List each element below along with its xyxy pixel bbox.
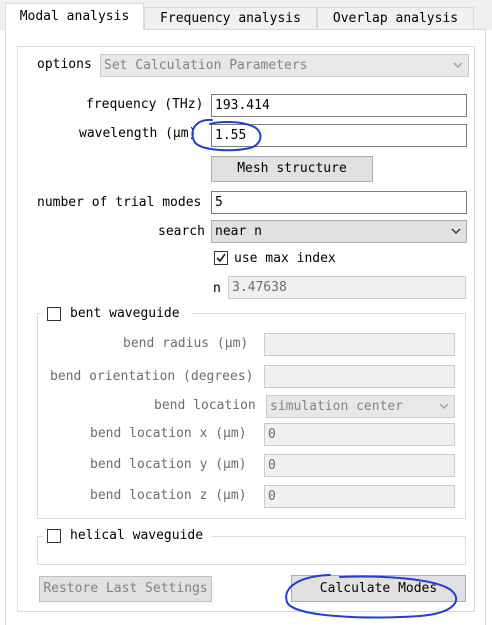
bend-location-select-value: simulation center (270, 399, 404, 414)
bent-waveguide-label: bent waveguide (70, 306, 180, 321)
chevron-down-icon (439, 403, 449, 409)
wavelength-label: wavelength (μm) (79, 126, 197, 141)
calculate-modes-button[interactable]: Calculate Modes (291, 575, 466, 602)
search-select-value: near n (215, 224, 262, 239)
trial-modes-input[interactable]: 5 (211, 191, 467, 214)
bend-location-select[interactable]: simulation center (266, 395, 455, 418)
frequency-input[interactable]: 193.414 (211, 94, 467, 117)
bend-location-y-input[interactable]: 0 (264, 454, 455, 477)
bend-location-y-label: bend location y (μm) (90, 457, 247, 472)
bent-waveguide-checkbox[interactable] (47, 307, 61, 321)
tab-overlap-analysis[interactable]: Overlap analysis (317, 7, 474, 29)
bend-location-x-input[interactable]: 0 (264, 423, 455, 446)
n-label: n (213, 281, 221, 296)
bend-location-z-input[interactable]: 0 (264, 485, 455, 508)
options-select-value: Set Calculation Parameters (104, 58, 308, 73)
use-max-index-checkbox[interactable] (214, 251, 228, 265)
bend-orientation-input[interactable] (264, 365, 455, 388)
checkmark-icon (216, 253, 226, 263)
helical-waveguide-label: helical waveguide (70, 528, 204, 543)
tab-modal-analysis[interactable]: Modal analysis (5, 3, 144, 30)
tab-bar: Modal analysis Frequency analysis Overla… (0, 0, 492, 30)
bend-location-label: bend location (154, 398, 256, 413)
bend-radius-input[interactable] (264, 333, 455, 356)
helical-waveguide-checkbox[interactable] (47, 529, 61, 543)
use-max-index-label: use max index (234, 251, 336, 266)
options-label: options (37, 57, 92, 72)
restore-last-settings-button[interactable]: Restore Last Settings (39, 576, 212, 602)
options-select[interactable]: Set Calculation Parameters (100, 54, 469, 77)
mesh-structure-button[interactable]: Mesh structure (211, 156, 373, 182)
frequency-label: frequency (THz) (86, 97, 204, 112)
wavelength-input[interactable]: 1.55 (211, 124, 467, 147)
trial-modes-label: number of trial modes (37, 195, 202, 210)
chevron-down-icon (453, 62, 463, 68)
bend-location-z-label: bend location z (μm) (90, 488, 247, 503)
chevron-down-icon (451, 228, 461, 234)
tab-frequency-analysis[interactable]: Frequency analysis (144, 7, 317, 29)
search-label: search (158, 224, 205, 239)
bend-radius-label: bend radius (μm) (123, 336, 249, 351)
n-input[interactable]: 3.47638 (228, 276, 466, 299)
search-select[interactable]: near n (211, 220, 467, 243)
bend-orientation-label: bend orientation (degrees) (50, 369, 254, 384)
bend-location-x-label: bend location x (μm) (90, 426, 247, 441)
